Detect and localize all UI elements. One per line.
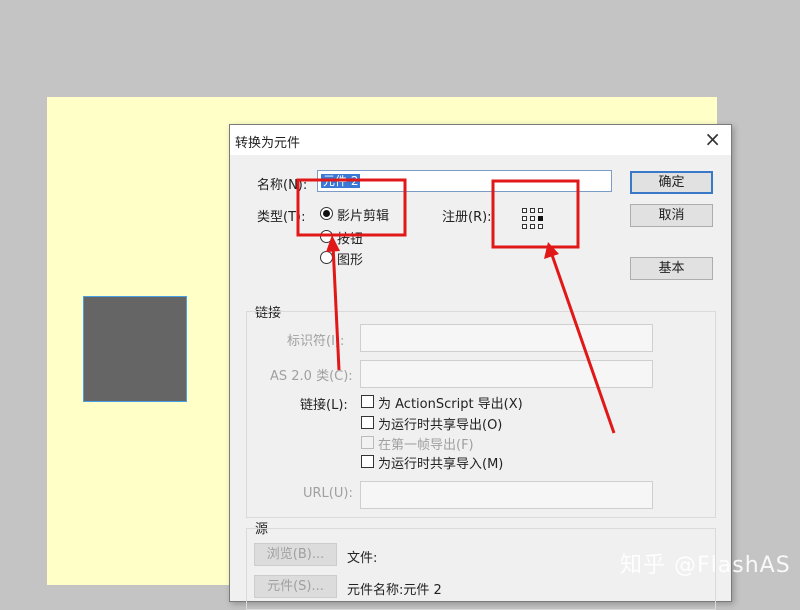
type-radio-graphic[interactable] <box>320 251 333 264</box>
reg-point-top-left[interactable] <box>522 208 527 213</box>
as-class-label: AS 2.0 类(C): <box>270 369 353 384</box>
type-radio-movieclip[interactable] <box>320 207 333 220</box>
registration-grid[interactable] <box>522 208 546 232</box>
type-radio-button[interactable] <box>320 230 333 243</box>
checkbox-import-runtime-sharing-label[interactable]: 为运行时共享导入(M) <box>378 453 503 472</box>
checkbox-export-actionscript[interactable] <box>361 395 374 408</box>
checkbox-import-runtime-sharing[interactable] <box>361 455 374 468</box>
symbol-button[interactable]: 元件(S)... <box>254 575 337 598</box>
reg-point-bottom-left[interactable] <box>522 224 527 229</box>
name-input-value: 元件 2 <box>321 174 361 188</box>
linkage-label: 链接(L): <box>300 398 348 413</box>
source-file-label: 文件: <box>347 551 378 566</box>
registration-label: 注册(R): <box>442 210 492 225</box>
name-input[interactable]: 元件 2 <box>317 170 612 192</box>
cancel-button[interactable]: 取消 <box>630 204 713 227</box>
reg-point-top-right[interactable] <box>538 208 543 213</box>
source-symbol-name: 元件名称:元件 2 <box>347 583 442 598</box>
watermark-text: 知乎 @FlashAS <box>620 553 791 578</box>
as-class-input[interactable] <box>360 360 653 388</box>
basic-button[interactable]: 基本 <box>630 257 713 280</box>
reg-point-center[interactable] <box>530 216 535 221</box>
name-label: 名称(N): <box>257 178 308 193</box>
convert-to-symbol-dialog: 转换为元件 × 名称(N): 元件 2 类型(T): 影片剪辑 按钮 图形 注册… <box>229 124 732 610</box>
checkbox-export-runtime-sharing[interactable] <box>361 416 374 429</box>
reg-point-bottom-center[interactable] <box>530 224 535 229</box>
type-label: 类型(T): <box>257 210 306 225</box>
selected-gray-rectangle[interactable] <box>83 296 187 402</box>
checkbox-export-first-frame <box>361 436 374 449</box>
type-option-movieclip-label[interactable]: 影片剪辑 <box>337 205 389 224</box>
identifier-input[interactable] <box>360 324 653 352</box>
close-icon[interactable]: × <box>704 128 721 150</box>
url-label: URL(U): <box>303 486 353 501</box>
reg-point-middle-left[interactable] <box>522 216 527 221</box>
checkbox-export-first-frame-label: 在第一帧导出(F) <box>378 438 474 453</box>
type-option-button-label[interactable]: 按钮 <box>337 228 363 247</box>
type-option-graphic-label[interactable]: 图形 <box>337 249 363 268</box>
dialog-title: 转换为元件 <box>235 136 301 151</box>
ok-button[interactable]: 确定 <box>630 171 713 194</box>
reg-point-middle-right[interactable] <box>538 216 543 221</box>
dialog-titlebar[interactable]: 转换为元件 × <box>230 125 731 155</box>
url-input[interactable] <box>360 481 653 509</box>
reg-point-top-center[interactable] <box>530 208 535 213</box>
checkbox-export-runtime-sharing-label[interactable]: 为运行时共享导出(O) <box>378 414 502 433</box>
identifier-label: 标识符(I): <box>287 334 345 349</box>
browse-button[interactable]: 浏览(B)... <box>254 543 337 566</box>
checkbox-export-actionscript-label[interactable]: 为 ActionScript 导出(X) <box>378 393 523 412</box>
reg-point-bottom-right[interactable] <box>538 224 543 229</box>
